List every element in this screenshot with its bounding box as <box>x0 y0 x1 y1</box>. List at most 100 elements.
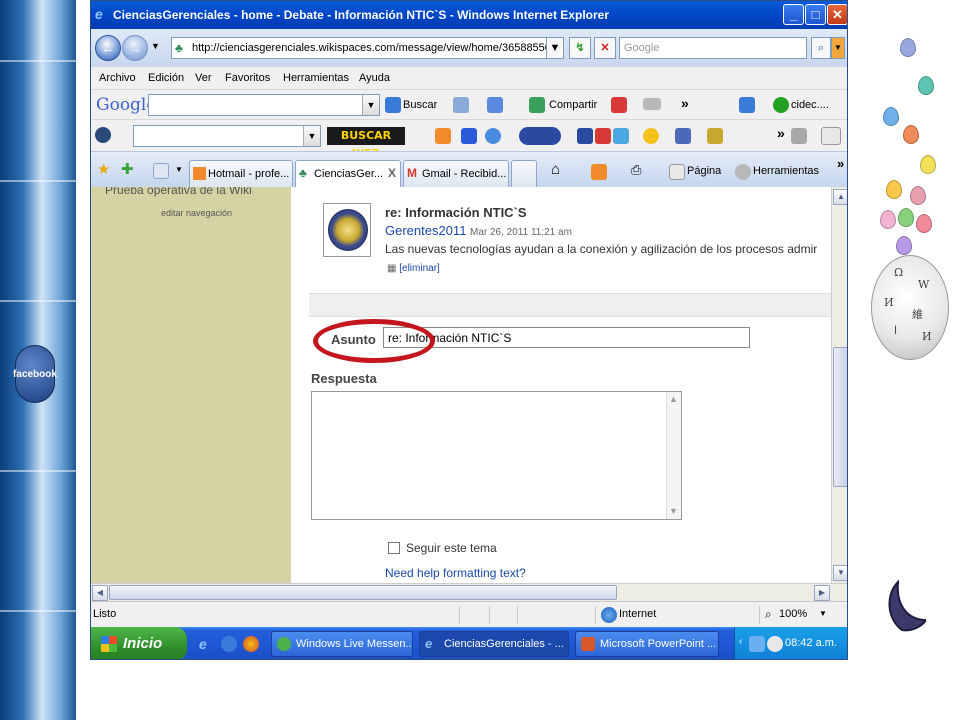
delete-post-link[interactable]: ▦ [eliminar] <box>387 263 440 274</box>
zoom-icon[interactable]: ⌕ <box>765 607 772 622</box>
rss-feed-icon[interactable] <box>591 164 607 180</box>
scroll-left-icon[interactable]: ◀ <box>92 585 108 601</box>
refresh-icon[interactable]: ↯ <box>569 37 591 59</box>
toolbar-icon[interactable] <box>519 127 561 145</box>
scroll-right-icon[interactable]: ▶ <box>814 585 830 601</box>
menu-herramientas[interactable]: Herramientas <box>283 72 349 84</box>
new-tab-button[interactable] <box>511 160 537 187</box>
toolbar-icon[interactable] <box>675 128 691 144</box>
scroll-down-icon[interactable]: ▼ <box>833 565 847 581</box>
menu-archivo[interactable]: Archivo <box>99 72 136 84</box>
page-vertical-scrollbar[interactable]: ▲ ▼ <box>831 187 847 583</box>
youtube-icon[interactable] <box>595 128 611 144</box>
address-input[interactable]: ♣ http://cienciasgerenciales.wikispaces.… <box>171 37 561 59</box>
zoom-dropdown-icon[interactable]: ▼ <box>819 609 827 618</box>
history-dropdown-icon[interactable]: ▼ <box>151 41 160 51</box>
scroll-down-icon[interactable]: ▼ <box>669 506 678 516</box>
account-label[interactable]: cidec.... <box>791 99 829 111</box>
add-icon[interactable] <box>821 127 841 145</box>
scroll-up-icon[interactable]: ▲ <box>669 394 678 404</box>
help-formatting-link[interactable]: Need help formatting text? <box>385 566 526 580</box>
messenger-icon <box>277 637 291 651</box>
follow-topic-row[interactable]: Seguir este tema <box>388 541 497 555</box>
google-search-icon[interactable] <box>385 97 401 113</box>
quick-tabs-icon[interactable] <box>153 163 169 179</box>
menu-favoritos[interactable]: Favoritos <box>225 72 270 84</box>
bookmark-icon[interactable] <box>643 98 661 110</box>
toolbar-icon[interactable] <box>435 128 451 144</box>
add-favorites-icon[interactable]: ✚ <box>121 160 134 178</box>
follow-topic-checkbox[interactable] <box>388 542 400 554</box>
scroll-thumb[interactable] <box>109 585 617 600</box>
network-icon[interactable] <box>749 636 765 652</box>
reply-textarea[interactable]: ▲ ▼ <box>311 391 682 520</box>
share-icon[interactable] <box>529 97 545 113</box>
stop-icon[interactable]: ✕ <box>594 37 616 59</box>
menu-ayuda[interactable]: Ayuda <box>359 72 390 84</box>
menu-ver[interactable]: Ver <box>195 72 212 84</box>
tab-gmail[interactable]: M Gmail - Recibid... <box>403 160 509 187</box>
task-messenger[interactable]: Windows Live Messen... <box>271 631 413 657</box>
tab-bar: ★ ✚ ▼ Hotmail - profe... ♣ CienciasGer..… <box>91 151 847 188</box>
toolbar-icon[interactable] <box>707 128 723 144</box>
maximize-button[interactable]: □ <box>805 4 826 25</box>
scroll-up-icon[interactable]: ▲ <box>833 189 847 205</box>
tray-icon[interactable] <box>767 636 783 652</box>
quicklaunch-chrome-icon[interactable] <box>243 636 259 652</box>
toolbar-icon[interactable] <box>485 128 501 144</box>
translate-icon[interactable] <box>611 97 627 113</box>
search-icon[interactable]: ⌕ <box>811 37 831 59</box>
tab-cienciasgerenciales[interactable]: ♣ CienciasGer... X <box>295 160 401 188</box>
search-toolbar: ▼ BUSCAR WEB » <box>91 119 847 160</box>
toolbar-icon[interactable] <box>613 128 629 144</box>
google-search-input[interactable]: ▼ <box>148 94 380 116</box>
task-ciencias-gerenciales[interactable]: e CienciasGerenciales - ... <box>419 631 569 657</box>
wrench-icon[interactable] <box>739 97 755 113</box>
tray-expand-icon[interactable]: ‹ <box>739 636 742 647</box>
compartir-button[interactable]: Compartir <box>549 99 597 111</box>
sidebar-top-link[interactable]: Prueba operativa de la Wiki <box>105 187 252 197</box>
herramientas-menu[interactable]: Herramientas <box>753 165 819 177</box>
print-icon[interactable]: ⎙ <box>631 162 641 178</box>
toolbar-icon[interactable] <box>453 97 469 113</box>
tab-hotmail[interactable]: Hotmail - profe... <box>189 160 293 187</box>
quicklaunch-icon[interactable] <box>221 636 237 652</box>
home-icon[interactable]: ⌂ <box>551 161 560 178</box>
wrench-icon[interactable] <box>791 128 807 144</box>
post-author-link[interactable]: Gerentes2011 <box>385 223 466 238</box>
close-button[interactable]: ✕ <box>827 4 847 25</box>
facebook-icon[interactable] <box>577 128 593 144</box>
chevron-down-icon[interactable]: ▼ <box>362 95 379 115</box>
reply-scrollbar[interactable]: ▲ ▼ <box>666 392 681 519</box>
tab-list-chevron-icon[interactable]: ▼ <box>175 165 183 174</box>
menu-edicion[interactable]: Edición <box>148 72 184 84</box>
search-options-icon[interactable]: ▼ <box>831 37 845 59</box>
command-more-icon[interactable]: » <box>837 156 844 171</box>
start-button[interactable]: Inicio <box>91 627 187 659</box>
quicklaunch-ie-icon[interactable]: e <box>199 636 215 652</box>
subject-input[interactable]: re: Información NTIC`S <box>383 327 750 348</box>
toolbar-icon[interactable] <box>461 128 477 144</box>
edit-navigation-link[interactable]: editar navegación <box>161 208 232 218</box>
buscar-web-button[interactable]: BUSCAR WEB <box>327 127 405 160</box>
toolbar-more-icon[interactable]: » <box>681 95 689 111</box>
back-button[interactable]: ← <box>95 35 121 61</box>
zoom-level[interactable]: 100% <box>779 608 807 620</box>
pagina-menu[interactable]: Página <box>687 165 721 177</box>
toolbar-icon[interactable] <box>643 128 659 144</box>
minimize-button[interactable]: _ <box>783 4 804 25</box>
toolbar-search-input[interactable]: ▼ <box>133 125 321 147</box>
forward-button[interactable]: → <box>122 35 148 61</box>
post-title: re: Información NTIC`S <box>385 205 527 220</box>
scroll-thumb[interactable] <box>833 347 847 487</box>
buscar-button[interactable]: Buscar <box>403 99 437 111</box>
page-horizontal-scrollbar[interactable]: ◀ ▶ <box>91 583 847 601</box>
address-dropdown-icon[interactable]: ▼ <box>546 37 564 59</box>
chevron-down-icon[interactable]: ▼ <box>303 126 320 146</box>
toolbar-plus-icon[interactable] <box>487 97 503 113</box>
task-powerpoint[interactable]: Microsoft PowerPoint ... <box>575 631 719 657</box>
favorites-star-icon[interactable]: ★ <box>97 160 110 178</box>
close-tab-icon[interactable]: X <box>388 166 396 180</box>
search-input[interactable]: Google <box>619 37 807 59</box>
toolbar-more-icon[interactable]: » <box>777 125 785 141</box>
